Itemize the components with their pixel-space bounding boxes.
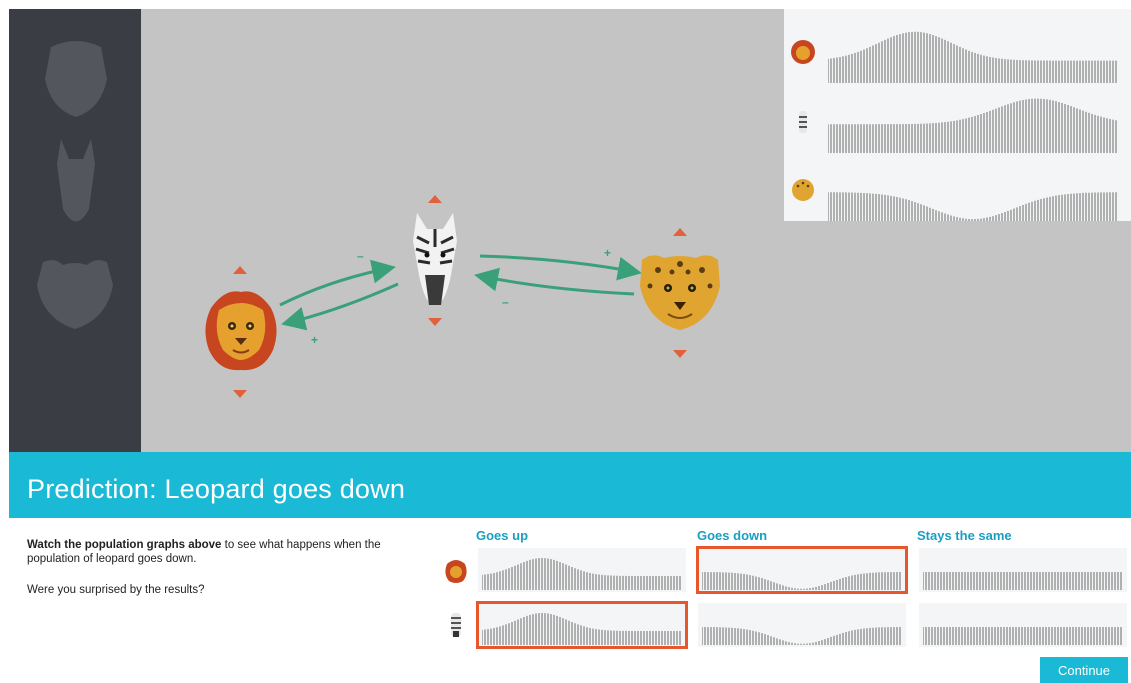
instructions-question: Were you surprised by the results? [27,584,205,596]
option-zebra-goes-up[interactable] [476,601,688,649]
option-lion-goes-down[interactable] [696,546,908,594]
prediction-title: Prediction: Leopard goes down [27,474,406,504]
sign-zebra-lion: + [311,333,319,347]
arrow-zebra-to-lion [281,282,399,331]
leopard-decrease-button[interactable] [673,350,687,358]
prediction-graph [482,613,681,645]
zebra-decrease-button[interactable] [428,318,442,326]
zebra-increase-button[interactable] [428,195,442,203]
lion-icon [445,560,467,583]
column-goes-up: Goes up [476,528,529,543]
lion-decrease-button[interactable] [233,390,247,398]
leopard-increase-button[interactable] [673,228,687,236]
zebra-icon[interactable] [411,213,459,307]
lion-icon [791,40,815,64]
leopard-icon [792,179,814,201]
column-goes-down: Goes down [697,528,768,543]
app-stage: – + + – Prediction: Leopard goes down Wa… [0,0,1131,683]
prediction-graph [482,558,681,590]
prediction-graph [702,572,901,590]
zebra-icon [451,613,461,637]
population-graph-panel [784,9,1131,221]
continue-button[interactable]: Continue [1040,657,1128,683]
sign-zebra-leopard: + [604,246,612,260]
arrow-lion-to-zebra [279,259,396,307]
prediction-banner: Prediction: Leopard goes down [9,452,1131,518]
option-zebra-goes-down[interactable] [698,603,906,647]
leopard-icon[interactable] [638,252,722,332]
population-bars [828,98,1117,153]
instructions-bold: Watch the population graphs above [27,539,222,551]
prediction-graph [923,572,1122,590]
column-stays-same: Stays the same [917,528,1012,543]
option-lion-goes-up[interactable] [478,548,686,592]
option-zebra-stays-same[interactable] [919,603,1127,647]
arrow-leopard-to-zebra [474,267,635,296]
instructions-text: Watch the population graphs above to see… [27,538,417,566]
population-graph-row-zebra [784,89,1131,155]
sign-leopard-zebra: – [502,295,509,309]
prediction-graph [923,627,1122,645]
lion-increase-button[interactable] [233,266,247,274]
instructions: Watch the population graphs above to see… [27,538,417,614]
population-bars [828,192,1117,221]
prediction-graph [702,627,901,645]
sign-lion-zebra: – [357,249,364,263]
population-bars [828,31,1117,83]
lion-icon[interactable] [203,288,279,372]
zebra-icon [799,111,807,133]
population-graph-row-leopard [784,157,1131,223]
arrow-zebra-to-leopard [479,254,642,281]
option-lion-stays-same[interactable] [919,548,1127,592]
population-graph-row-lion [784,19,1131,85]
